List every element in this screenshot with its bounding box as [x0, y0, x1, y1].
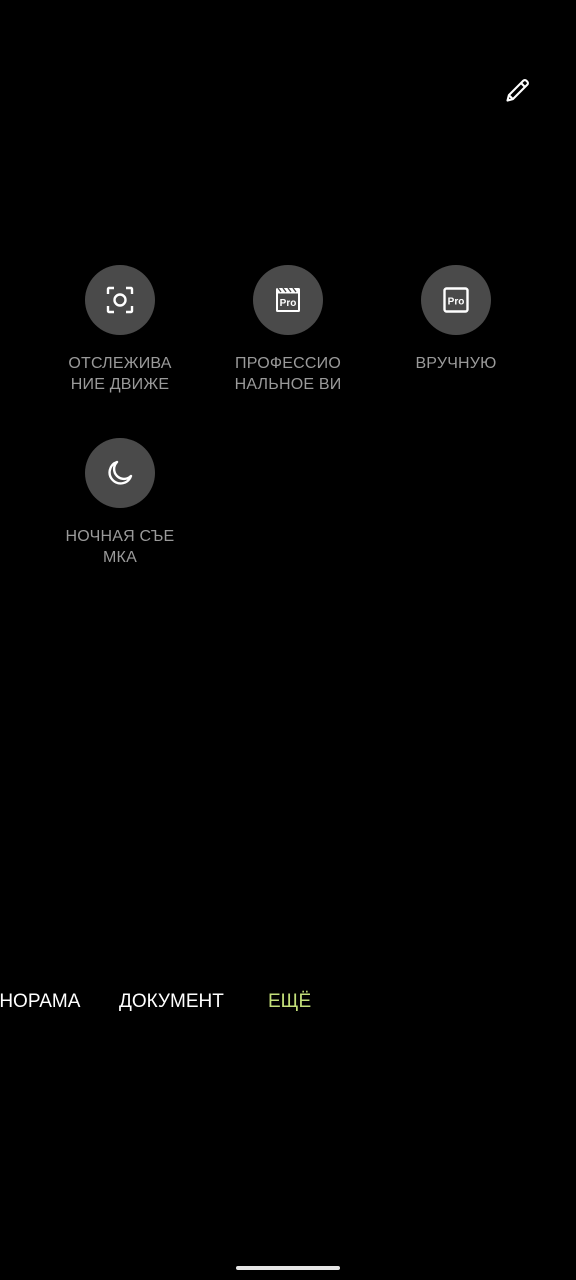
mode-strip-panorama[interactable]: ПАНОРАМА	[0, 990, 80, 1014]
mode-icon-circle	[85, 438, 155, 508]
moon-icon	[108, 460, 133, 485]
focus-frame-icon	[106, 286, 134, 314]
mode-icon-circle	[85, 265, 155, 335]
mode-motion-tracking[interactable]: ОТСЛЕЖИВАНИЕ ДВИЖЕНИЯ	[45, 265, 195, 397]
home-gesture-bar[interactable]	[236, 1266, 340, 1270]
mode-manual[interactable]: Pro ВРУЧНУЮ	[381, 265, 531, 374]
pencil-icon	[506, 79, 529, 102]
pro-badge-text: Pro	[280, 298, 297, 309]
camera-more-modes-screen: ОТСЛЕЖИВАНИЕ ДВИЖЕНИЯ Pro ПРОФЕССИОНАЛЬН…	[0, 0, 576, 1280]
mode-pro-video[interactable]: Pro ПРОФЕССИОНАЛЬНОЕ ВИДЕО	[213, 265, 363, 397]
mode-label: ПРОФЕССИОНАЛЬНОЕ ВИДЕО	[234, 355, 342, 393]
mode-icon-circle: Pro	[421, 265, 491, 335]
mode-label: ВРУЧНУЮ	[415, 355, 497, 372]
pro-icon: Pro	[443, 287, 469, 313]
mode-strip-more[interactable]: ЕЩЁ	[268, 990, 311, 1014]
mode-night[interactable]: НОЧНАЯ СЪЕМКА	[45, 438, 195, 568]
mode-label: ОТСЛЕЖИВАНИЕ ДВИЖЕНИЯ	[68, 355, 172, 393]
mode-strip[interactable]: ПАНОРАМА ДОКУМЕНТ ЕЩЁ	[0, 984, 576, 1020]
edit-modes-button[interactable]	[500, 72, 536, 108]
pro-badge-text: Pro	[448, 297, 465, 308]
mode-label: НОЧНАЯ СЪЕМКА	[65, 528, 175, 566]
mode-strip-document[interactable]: ДОКУМЕНТ	[119, 990, 224, 1014]
pro-video-icon: Pro	[276, 287, 300, 312]
mode-icon-circle: Pro	[253, 265, 323, 335]
